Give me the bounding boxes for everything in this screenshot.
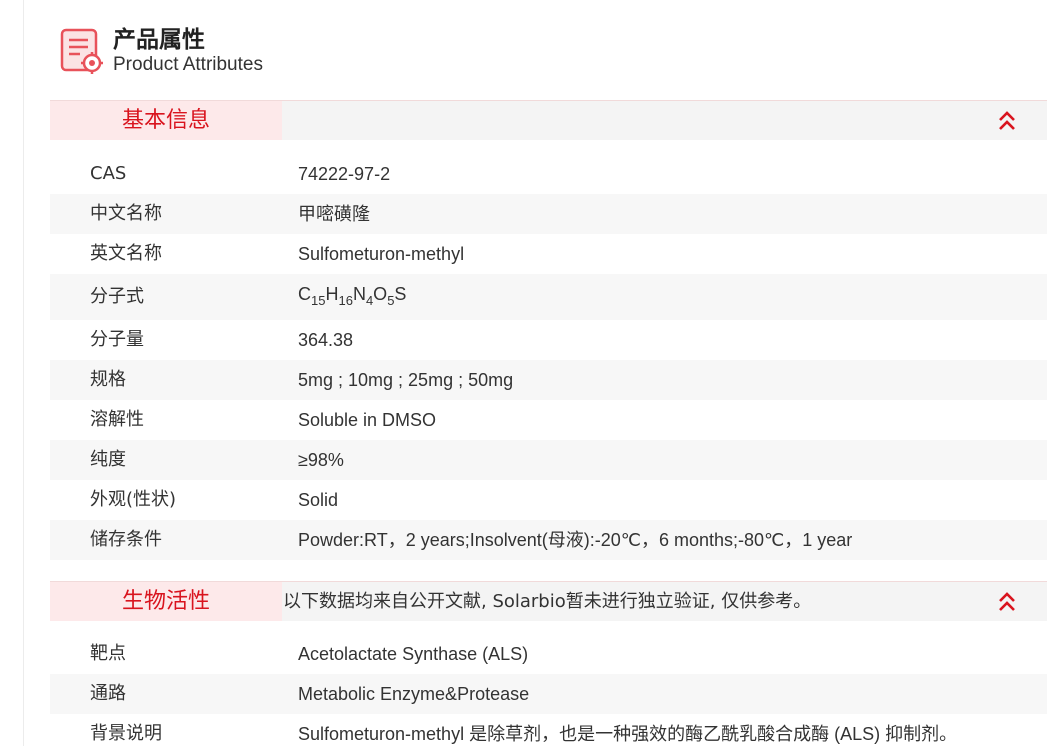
table-row: 通路 Metabolic Enzyme&Protease: [50, 674, 1047, 714]
attr-value: 5mg ; 10mg ; 25mg ; 50mg: [298, 370, 514, 390]
attr-label: 规格: [90, 369, 126, 390]
page-title: 产品属性: [113, 27, 205, 53]
attr-value: Powder:RT，2 years;Insolvent(母液):-20℃，6 m…: [298, 530, 853, 550]
attr-label: 外观(性状): [90, 489, 177, 510]
attr-label: 通路: [90, 683, 126, 704]
attr-label: 靶点: [90, 643, 126, 664]
table-row: 背景说明 Sulfometuron-methyl 是除草剂，也是一种强效的酶乙酰…: [50, 714, 1047, 754]
attr-label: 英文名称: [90, 243, 162, 264]
attr-value: Sulfometuron-methyl: [298, 244, 465, 264]
table-row: 中文名称 甲嘧磺隆: [50, 194, 1047, 234]
page-subtitle: Product Attributes: [113, 54, 263, 75]
attr-label: 纯度: [90, 449, 126, 470]
attr-label: 储存条件: [90, 529, 162, 550]
left-divider: [23, 0, 24, 746]
attr-value: Solid: [298, 490, 339, 510]
attr-value: Acetolactate Synthase (ALS): [298, 644, 529, 664]
disclaimer-note: 以下数据均来自公开文献, Solarbio暂未进行独立验证, 仅供参考。: [283, 591, 812, 612]
molecular-formula: C15H16N4O5S: [298, 284, 407, 308]
table-row: 分子量 364.38: [50, 320, 1047, 360]
attr-value: Sulfometuron-methyl 是除草剂，也是一种强效的酶乙酰乳酸合成酶…: [298, 724, 958, 744]
attr-value: Metabolic Enzyme&Protease: [298, 684, 530, 704]
attr-value: Soluble in DMSO: [298, 410, 437, 430]
double-chevron-up-icon[interactable]: [997, 591, 1017, 613]
attr-label: 中文名称: [90, 203, 162, 224]
bio-activity-title: 生物活性: [121, 589, 210, 614]
table-row: 溶解性 Soluble in DMSO: [50, 400, 1047, 440]
basic-info-section-bar[interactable]: 基本信息: [50, 100, 1047, 140]
table-row: 规格 5mg ; 10mg ; 25mg ; 50mg: [50, 360, 1047, 400]
table-row: CAS 74222-97-2: [50, 154, 1047, 194]
table-row: 靶点 Acetolactate Synthase (ALS): [50, 634, 1047, 674]
attr-value: ≥98%: [298, 450, 344, 470]
attr-label: 分子量: [90, 329, 144, 350]
attr-value: 364.38: [298, 330, 354, 350]
basic-info-title: 基本信息: [121, 108, 210, 133]
attr-label: 分子式: [90, 286, 144, 307]
attr-label: CAS: [90, 163, 127, 184]
table-row: 纯度 ≥98%: [50, 440, 1047, 480]
table-row: 储存条件 Powder:RT，2 years;Insolvent(母液):-20…: [50, 520, 1047, 560]
table-row: 英文名称 Sulfometuron-methyl: [50, 234, 1047, 274]
product-attributes-icon: [60, 28, 103, 74]
table-row: 外观(性状) Solid: [50, 480, 1047, 520]
attr-label: 溶解性: [90, 409, 144, 430]
attr-value: 甲嘧磺隆: [298, 204, 370, 224]
attr-label: 背景说明: [90, 723, 162, 744]
double-chevron-up-icon[interactable]: [997, 110, 1017, 132]
attr-value: 74222-97-2: [298, 164, 391, 184]
table-row: 分子式 C15H16N4O5S: [50, 274, 1047, 320]
bio-activity-section-bar[interactable]: 生物活性 以下数据均来自公开文献, Solarbio暂未进行独立验证, 仅供参考…: [50, 581, 1047, 621]
